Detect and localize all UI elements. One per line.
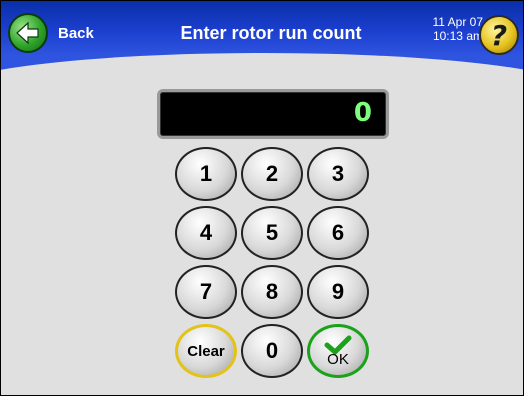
back-arrow-icon — [8, 13, 48, 53]
key-9[interactable]: 9 — [307, 265, 369, 319]
time-text: 10:13 am — [432, 29, 483, 43]
display-value: 0 — [353, 98, 372, 128]
key-6[interactable]: 6 — [307, 206, 369, 260]
key-0[interactable]: 0 — [241, 324, 303, 378]
key-5[interactable]: 5 — [241, 206, 303, 260]
key-4[interactable]: 4 — [175, 206, 237, 260]
clear-button[interactable]: Clear — [175, 324, 237, 378]
screen: Back Enter rotor run count 11 Apr 07 10:… — [0, 0, 524, 396]
page-title: Enter rotor run count — [180, 23, 362, 43]
key-8[interactable]: 8 — [241, 265, 303, 319]
header-bar: Back Enter rotor run count 11 Apr 07 10:… — [1, 1, 523, 73]
key-3[interactable]: 3 — [307, 147, 369, 201]
key-7[interactable]: 7 — [175, 265, 237, 319]
question-mark-icon: ? — [490, 18, 508, 52]
datetime: 11 Apr 07 10:13 am — [409, 15, 483, 43]
back-button[interactable]: Back — [8, 11, 94, 55]
count-display: 0 — [157, 89, 389, 139]
date-text: 11 Apr 07 — [432, 15, 483, 29]
header-curve — [1, 53, 523, 73]
ok-button[interactable]: OK — [307, 324, 369, 378]
help-button[interactable]: ? — [479, 15, 519, 55]
key-1[interactable]: 1 — [175, 147, 237, 201]
key-2[interactable]: 2 — [241, 147, 303, 201]
back-label: Back — [58, 24, 94, 42]
numeric-keypad: 1 2 3 4 5 6 7 8 9 Clear 0 OK — [175, 147, 371, 387]
ok-label: OK — [327, 350, 349, 368]
